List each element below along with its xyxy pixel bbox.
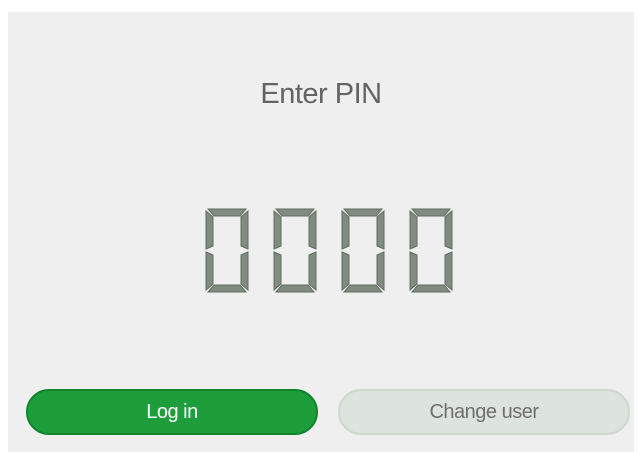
- segment-bottom: [274, 284, 316, 293]
- pin-digit-4[interactable]: [408, 207, 454, 294]
- segment-bottom: [342, 284, 384, 293]
- login-button-label: Log in: [146, 400, 198, 423]
- segment-lower-right: [308, 251, 317, 292]
- seven-segment-zero-glyph: [341, 208, 385, 293]
- change-user-button[interactable]: Change user: [338, 389, 630, 435]
- segment-upper-right: [308, 209, 317, 250]
- segment-upper-left: [409, 209, 418, 250]
- segment-upper-right: [376, 209, 385, 250]
- segment-bottom: [410, 284, 452, 293]
- pin-display: [204, 207, 464, 297]
- segment-bottom: [206, 284, 248, 293]
- pin-digit-1[interactable]: [204, 207, 250, 294]
- segment-lower-right: [444, 251, 453, 292]
- segment-lower-left: [409, 251, 418, 292]
- segment-lower-left: [273, 251, 282, 292]
- seven-segment-zero-glyph: [273, 208, 317, 293]
- segment-upper-right: [240, 209, 249, 250]
- pin-login-panel: Enter PIN Log in Change user: [8, 12, 634, 452]
- seven-segment-zero-glyph: [409, 208, 453, 293]
- pin-digit-3[interactable]: [340, 207, 386, 294]
- segment-top: [206, 208, 248, 217]
- segment-upper-right: [444, 209, 453, 250]
- segment-top: [410, 208, 452, 217]
- segment-upper-left: [341, 209, 350, 250]
- segment-lower-right: [240, 251, 249, 292]
- segment-lower-left: [205, 251, 214, 292]
- segment-upper-left: [273, 209, 282, 250]
- pin-digit-2[interactable]: [272, 207, 318, 294]
- login-button[interactable]: Log in: [26, 389, 318, 435]
- segment-top: [342, 208, 384, 217]
- segment-upper-left: [205, 209, 214, 250]
- segment-lower-right: [376, 251, 385, 292]
- page-title: Enter PIN: [260, 78, 382, 110]
- segment-top: [274, 208, 316, 217]
- seven-segment-zero-glyph: [205, 208, 249, 293]
- segment-lower-left: [341, 251, 350, 292]
- change-user-button-label: Change user: [429, 400, 539, 423]
